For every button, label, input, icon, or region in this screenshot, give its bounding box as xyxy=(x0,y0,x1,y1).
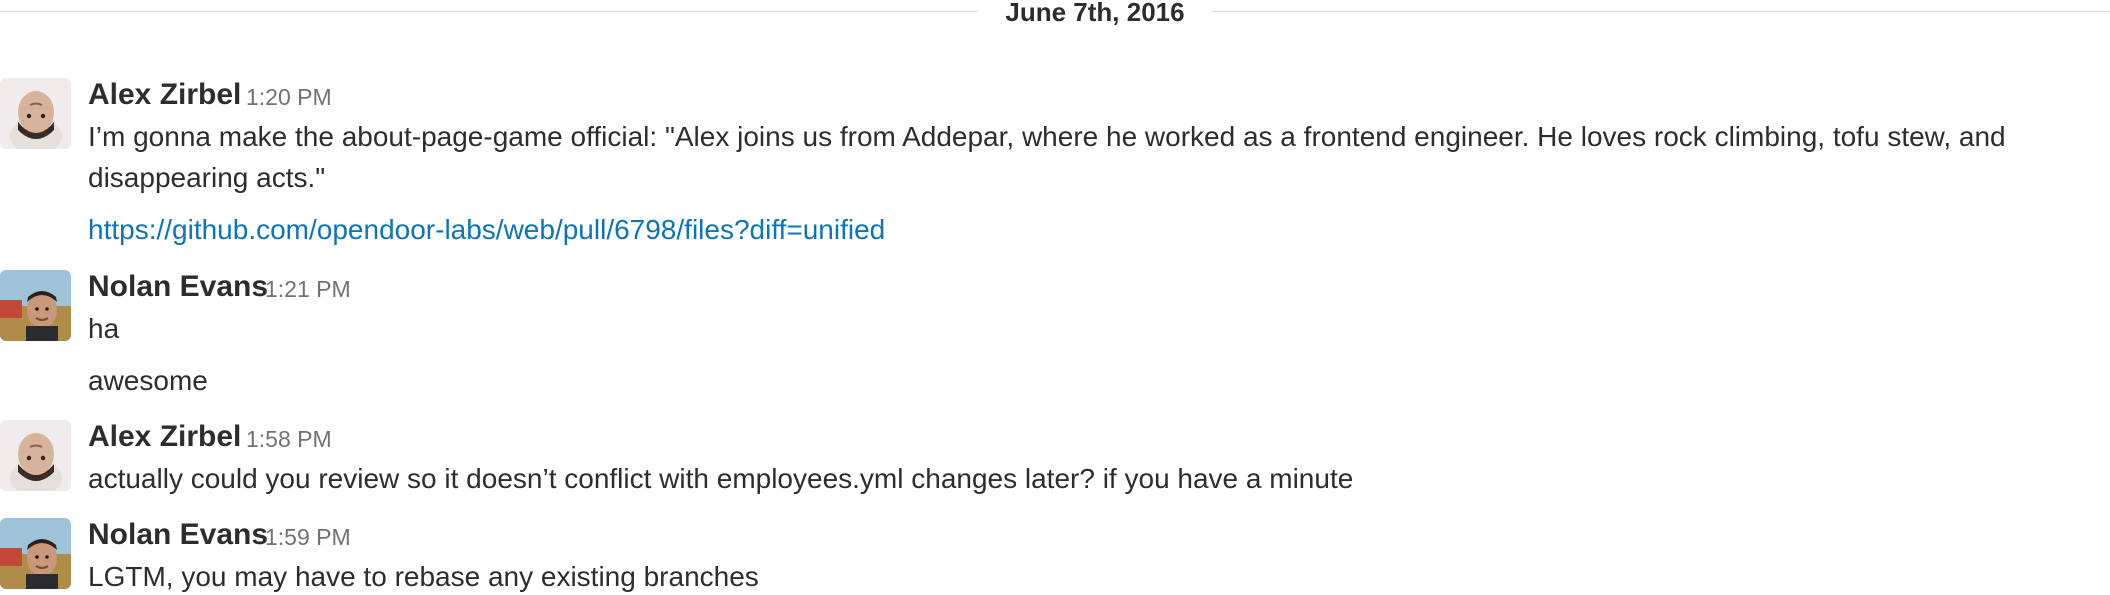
message-author[interactable]: Alex Zirbel xyxy=(88,420,241,454)
date-divider: June 7th, 2016 xyxy=(0,0,2110,26)
message-author[interactable]: Alex Zirbel xyxy=(88,78,241,112)
message-pane: June 7th, 2016 Alex Zirbel 1:20 PM I’m g… xyxy=(0,0,2110,595)
message-timestamp[interactable]: 1:20 PM xyxy=(246,80,332,114)
message-author[interactable]: Nolan Evans xyxy=(88,518,268,552)
message-timestamp[interactable]: 1:21 PM xyxy=(265,272,351,306)
avatar-alex-zirbel-icon xyxy=(0,78,71,149)
message-author[interactable]: Nolan Evans xyxy=(88,270,268,304)
message-timestamp[interactable]: 1:58 PM xyxy=(246,422,332,456)
divider-line-right xyxy=(1212,11,2110,12)
date-divider-label: June 7th, 2016 xyxy=(1005,0,1185,27)
message-text: I’m gonna make the about-page-game offic… xyxy=(88,121,2006,152)
avatar[interactable] xyxy=(0,518,71,589)
message-link[interactable]: https://github.com/opendoor-labs/web/pul… xyxy=(88,214,885,245)
message: Nolan Evans 1:59 PM LGTM, you may have t… xyxy=(0,518,2110,595)
avatar[interactable] xyxy=(0,420,71,491)
message: Nolan Evans 1:21 PM ha awesome xyxy=(0,270,2110,400)
avatar[interactable] xyxy=(0,78,71,149)
message-text: actually could you review so it doesn’t … xyxy=(88,463,1354,494)
avatar-nolan-evans-icon xyxy=(0,270,71,341)
avatar-alex-zirbel-icon xyxy=(0,420,71,491)
message-text: disappearing acts." xyxy=(88,162,326,193)
message-text: LGTM, you may have to rebase any existin… xyxy=(88,561,759,592)
message-text: ha xyxy=(88,313,120,344)
divider-line-left xyxy=(0,11,978,12)
message-timestamp[interactable]: 1:59 PM xyxy=(265,520,351,554)
avatar[interactable] xyxy=(0,270,71,341)
message-link-line: https://github.com/opendoor-labs/web/pul… xyxy=(88,210,885,250)
message: Alex Zirbel 1:20 PM I’m gonna make the a… xyxy=(0,78,2110,248)
avatar-nolan-evans-icon xyxy=(0,518,71,589)
message: Alex Zirbel 1:58 PM actually could you r… xyxy=(0,420,2110,498)
message-text: awesome xyxy=(88,365,208,396)
